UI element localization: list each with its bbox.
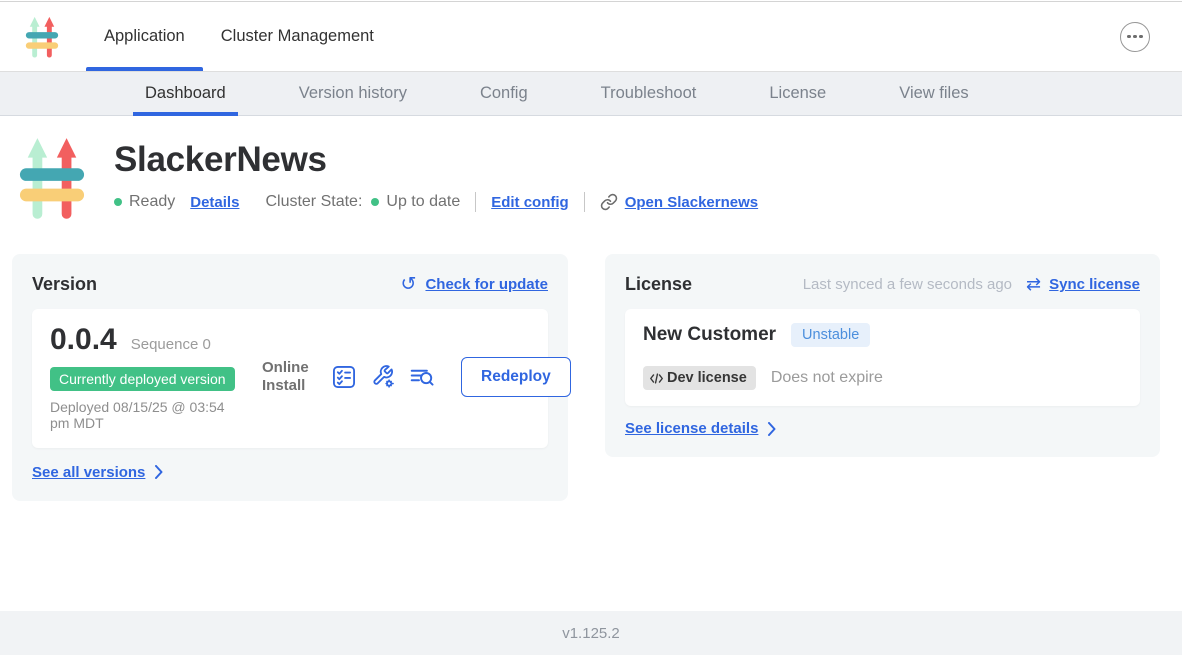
ready-status-dot	[114, 198, 122, 206]
license-card: License Last synced a few seconds ago ⇄ …	[605, 254, 1160, 457]
external-link-icon	[600, 193, 618, 211]
checklist-icon	[331, 364, 357, 390]
ellipsis-icon	[1127, 35, 1131, 39]
divider	[584, 192, 585, 212]
active-subtab-underline	[133, 112, 238, 116]
edit-config-link[interactable]: Edit config	[491, 194, 569, 211]
app-header: SlackerNews Ready Details Cluster State:…	[0, 116, 1182, 224]
version-card-title: Version	[32, 274, 97, 295]
sync-icon: ⇄	[1026, 276, 1041, 294]
tab-dashboard-label: Dashboard	[145, 84, 226, 103]
tab-application-label: Application	[104, 27, 185, 46]
install-type-label: Online Install	[262, 359, 314, 396]
deployed-timestamp: Deployed 08/15/25 @ 03:54 pm MDT	[50, 400, 245, 432]
active-tab-underline	[86, 67, 203, 71]
channel-badge: Unstable	[791, 323, 870, 347]
ready-status-label: Ready	[129, 193, 175, 211]
redeploy-button[interactable]: Redeploy	[461, 357, 571, 397]
edit-config-button[interactable]	[370, 364, 396, 390]
dashboard-cards: Version ↺ Check for update 0.0.4 Sequenc…	[0, 224, 1182, 501]
sync-license-link[interactable]: Sync license	[1049, 276, 1140, 293]
footer: v1.125.2	[0, 611, 1182, 655]
app-logo-small	[24, 2, 60, 71]
tab-cluster-management-label: Cluster Management	[221, 27, 374, 46]
app-icon	[18, 132, 86, 224]
file-search-icon	[409, 364, 435, 390]
last-synced-label: Last synced a few seconds ago	[803, 276, 1012, 293]
tab-cluster-management[interactable]: Cluster Management	[203, 2, 392, 71]
console-version-label: v1.125.2	[562, 625, 620, 642]
open-app-link[interactable]: Open Slackernews	[600, 193, 758, 211]
code-icon	[649, 372, 664, 385]
app-logo-icon	[24, 14, 60, 60]
customer-name: New Customer	[643, 324, 776, 346]
tab-view-files[interactable]: View files	[887, 72, 980, 115]
see-all-versions-link[interactable]: See all versions	[32, 464, 145, 481]
tab-config[interactable]: Config	[468, 72, 540, 115]
cluster-state-label: Cluster State:	[265, 193, 362, 211]
more-menu-button[interactable]	[1120, 22, 1150, 52]
page-title: SlackerNews	[114, 140, 758, 180]
divider	[475, 192, 476, 212]
see-license-details-link[interactable]: See license details	[625, 420, 758, 437]
app-status-row: Ready Details Cluster State: Up to date …	[114, 192, 758, 212]
license-panel: New Customer Unstable Dev license Does n…	[625, 309, 1140, 406]
license-card-title: License	[625, 274, 692, 295]
version-card: Version ↺ Check for update 0.0.4 Sequenc…	[12, 254, 568, 501]
wrench-gear-icon	[370, 364, 396, 390]
license-type-label: Dev license	[667, 370, 747, 386]
current-version-panel: 0.0.4 Sequence 0 Currently deployed vers…	[32, 309, 548, 448]
open-app-label: Open Slackernews	[625, 194, 758, 211]
chevron-right-icon	[767, 422, 776, 436]
tab-license[interactable]: License	[757, 72, 838, 115]
top-navbar: Application Cluster Management	[0, 2, 1182, 72]
app-subnav: Dashboard Version history Config Trouble…	[0, 72, 1182, 116]
sequence-label: Sequence 0	[131, 336, 211, 353]
cluster-status-dot	[371, 198, 379, 206]
deployed-status-badge: Currently deployed version	[50, 367, 235, 391]
version-number: 0.0.4	[50, 323, 117, 357]
tab-application[interactable]: Application	[86, 2, 203, 71]
preflight-checks-button[interactable]	[331, 364, 357, 390]
license-type-badge: Dev license	[643, 366, 756, 390]
tab-dashboard[interactable]: Dashboard	[133, 72, 238, 115]
tab-version-history[interactable]: Version history	[287, 72, 419, 115]
details-link[interactable]: Details	[190, 194, 239, 211]
refresh-icon: ↺	[401, 275, 417, 294]
tab-troubleshoot[interactable]: Troubleshoot	[589, 72, 709, 115]
chevron-right-icon	[154, 465, 163, 479]
view-logs-button[interactable]	[409, 364, 435, 390]
cluster-state-value: Up to date	[386, 193, 460, 211]
license-expiry-label: Does not expire	[771, 369, 883, 387]
check-for-update-link[interactable]: Check for update	[425, 276, 548, 293]
